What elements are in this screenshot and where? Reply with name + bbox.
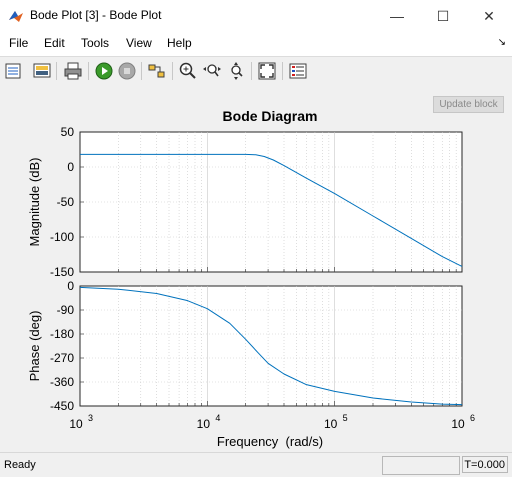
- status-bar: Ready T=0.000: [0, 452, 512, 477]
- y-tick-label: -270: [50, 351, 74, 365]
- y-tick-label: -360: [50, 375, 74, 389]
- y-tick-label: -50: [57, 195, 75, 209]
- x-tick-label: 10: [324, 417, 338, 431]
- x-tick-exponent: 3: [88, 413, 93, 423]
- x-tick-exponent: 5: [343, 413, 348, 423]
- chart-title: Bode Diagram: [223, 108, 318, 124]
- magnitude-ylabel: Magnitude (dB): [27, 158, 42, 247]
- y-tick-label: -90: [57, 303, 75, 317]
- x-tick-exponent: 4: [215, 413, 220, 423]
- y-tick-label: 0: [67, 160, 74, 174]
- x-tick-exponent: 6: [470, 413, 475, 423]
- simulation-time: T=0.000: [462, 456, 508, 473]
- y-tick-label: -180: [50, 327, 74, 341]
- status-text: Ready: [4, 459, 36, 471]
- bode-figure: Bode Diagram 500-50-100-150 Magnitude (d…: [27, 108, 475, 449]
- x-tick-label: 10: [69, 417, 83, 431]
- y-tick-label: 50: [61, 125, 75, 139]
- x-axis-label: Frequency (rad/s): [217, 434, 323, 449]
- x-tick-label: 10: [451, 417, 465, 431]
- y-tick-label: -450: [50, 399, 74, 413]
- phase-y-ticks: 0 -90 -180 -270 -360 -450: [50, 279, 74, 413]
- y-tick-label: -100: [50, 230, 74, 244]
- x-axis-ticks: 10 3 10 4 10 5 10 6: [69, 413, 475, 431]
- y-tick-label: 0: [67, 279, 74, 293]
- magnitude-y-ticks: 50 0 -50 -100 -150: [50, 125, 74, 279]
- y-tick-label: -150: [50, 265, 74, 279]
- status-field: [382, 456, 460, 475]
- x-tick-label: 10: [197, 417, 211, 431]
- phase-axes: 0 -90 -180 -270 -360 -450 Phase (deg): [27, 279, 463, 413]
- phase-ylabel: Phase (deg): [27, 311, 42, 382]
- magnitude-axes: 50 0 -50 -100 -150 Magnitude (dB): [27, 125, 463, 279]
